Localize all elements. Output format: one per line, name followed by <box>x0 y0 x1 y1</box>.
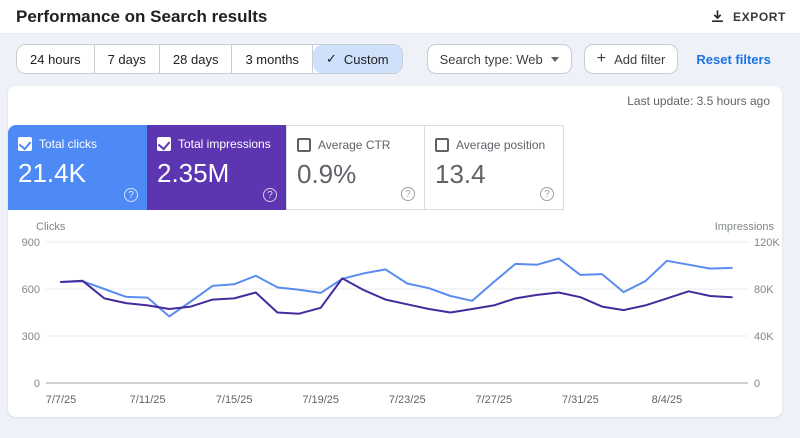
performance-chart[interactable]: 900 120K 600 80K 300 40K 0 0 Clicks Impressions 7/… <box>8 218 782 417</box>
search-type-label: Search type: Web <box>439 51 543 67</box>
checkbox-checked-icon[interactable] <box>157 137 171 151</box>
svg-text:80K: 80K <box>754 284 774 296</box>
svg-text:300: 300 <box>22 331 40 343</box>
help-icon[interactable]: ? <box>540 187 554 201</box>
search-type-dropdown[interactable]: Search type: Web <box>426 44 572 74</box>
range-custom[interactable]: ✓ Custom <box>312 45 402 73</box>
range-label: Custom <box>343 51 389 67</box>
svg-text:7/15/25: 7/15/25 <box>216 394 253 406</box>
page-title: Performance on Search results <box>16 6 268 26</box>
check-icon: ✓ <box>325 51 337 66</box>
checkbox-checked-icon[interactable] <box>18 137 32 151</box>
tile-value: 21.4K <box>18 158 86 188</box>
tile-label: Total impressions <box>178 137 271 151</box>
filter-toolbar: 24 hours 7 days 28 days 3 months ✓ Custo… <box>16 43 790 75</box>
last-update-text: Last update: 3.5 hours ago <box>627 94 770 108</box>
line-chart-svg: 900 120K 600 80K 300 40K 0 0 Clicks Impressions 7/… <box>22 221 781 406</box>
add-filter-label: Add filter <box>614 51 666 67</box>
svg-text:120K: 120K <box>754 237 780 249</box>
tile-average-position[interactable]: Average position 13.4 ? <box>425 125 564 210</box>
range-28-days[interactable]: 28 days <box>159 45 233 73</box>
app-header: Performance on Search results EXPORT <box>0 0 800 34</box>
help-icon[interactable]: ? <box>401 187 415 201</box>
svg-text:40K: 40K <box>754 331 774 343</box>
export-label: EXPORT <box>733 9 786 24</box>
checkbox-unchecked-icon[interactable] <box>297 138 311 152</box>
tile-label: Average position <box>456 138 546 152</box>
download-icon <box>710 9 725 24</box>
svg-text:7/11/25: 7/11/25 <box>130 394 166 406</box>
checkbox-unchecked-icon[interactable] <box>435 138 449 152</box>
tile-label: Total clicks <box>39 137 98 151</box>
metric-tiles: Total clicks 21.4K ? Total impressions 2… <box>8 125 564 210</box>
range-7-days[interactable]: 7 days <box>94 45 160 73</box>
help-icon[interactable]: ? <box>263 188 277 202</box>
svg-text:7/7/25: 7/7/25 <box>46 394 77 406</box>
plus-icon: + <box>596 50 607 67</box>
export-button[interactable]: EXPORT <box>710 9 786 24</box>
help-icon[interactable]: ? <box>124 188 138 202</box>
svg-text:600: 600 <box>22 284 40 296</box>
svg-text:7/19/25: 7/19/25 <box>302 394 339 406</box>
tile-label: Average CTR <box>318 138 391 152</box>
range-label: 24 hours <box>30 51 81 67</box>
tile-average-ctr[interactable]: Average CTR 0.9% ? <box>286 125 425 210</box>
svg-text:900: 900 <box>22 237 40 249</box>
svg-text:7/31/25: 7/31/25 <box>562 394 599 406</box>
range-label: 7 days <box>107 51 146 67</box>
svg-text:Clicks: Clicks <box>36 221 66 233</box>
tile-value: 0.9% <box>297 159 357 189</box>
chevron-down-icon <box>550 56 559 62</box>
svg-text:Impressions: Impressions <box>715 221 775 233</box>
svg-text:0: 0 <box>34 378 40 390</box>
range-label: 28 days <box>172 51 219 67</box>
date-range-segmented-control: 24 hours 7 days 28 days 3 months ✓ Custo… <box>16 44 403 74</box>
svg-text:7/23/25: 7/23/25 <box>389 394 426 406</box>
reset-filters-link[interactable]: Reset filters <box>696 52 770 67</box>
svg-text:0: 0 <box>754 378 760 390</box>
performance-card: Last update: 3.5 hours ago Total clicks … <box>8 86 782 417</box>
add-filter-button[interactable]: + Add filter <box>583 44 679 74</box>
tile-total-clicks[interactable]: Total clicks 21.4K ? <box>8 125 147 210</box>
range-3-months[interactable]: 3 months <box>232 45 313 73</box>
tile-value: 13.4 <box>435 159 486 189</box>
tile-total-impressions[interactable]: Total impressions 2.35M ? <box>147 125 286 210</box>
svg-text:7/27/25: 7/27/25 <box>475 394 512 406</box>
range-24-hours[interactable]: 24 hours <box>17 45 95 73</box>
svg-text:8/4/25: 8/4/25 <box>652 394 683 406</box>
tile-value: 2.35M <box>157 158 230 188</box>
range-label: 3 months <box>245 51 299 67</box>
